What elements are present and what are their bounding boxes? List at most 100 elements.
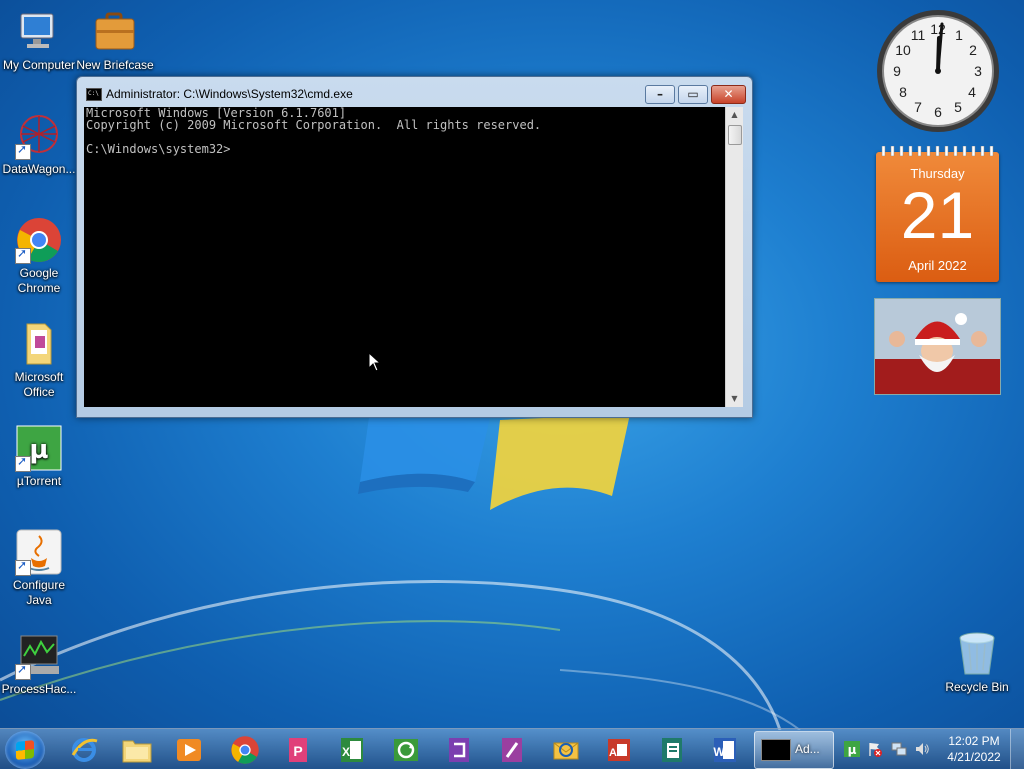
excel-icon[interactable]: X [330, 732, 374, 768]
scroll-up-arrow-icon[interactable]: ▲ [726, 107, 743, 123]
console-area[interactable]: Microsoft Windows [Version 6.1.7601] Cop… [84, 107, 725, 407]
desktop-icon-processhacker[interactable]: ProcessHac... [0, 632, 78, 697]
internet-explorer-icon[interactable] [62, 732, 106, 768]
desktop-icon-new-briefcase[interactable]: New Briefcase [76, 8, 154, 73]
taskbar-clock[interactable]: 12:02 PM 4/21/2022 [942, 733, 1006, 765]
desktop-icon-datawagon[interactable]: DataWagon... [0, 112, 78, 177]
desktop-icon-recycle-bin[interactable]: Recycle Bin [938, 630, 1016, 695]
windows-explorer-icon[interactable] [115, 732, 159, 768]
svg-text:4: 4 [968, 84, 976, 100]
desktop-icon-google-chrome[interactable]: Google Chrome [0, 216, 78, 296]
svg-text:1: 1 [955, 27, 963, 43]
desktop-icon-label: New Briefcase [76, 58, 154, 72]
taskbar-date: 4/21/2022 [947, 750, 1001, 764]
svg-text:11: 11 [911, 27, 926, 43]
chrome-icon [15, 216, 63, 264]
media-player-icon[interactable] [167, 732, 211, 768]
network-icon[interactable] [891, 741, 907, 757]
calendar-gadget[interactable]: Thursday 21 April 2022 [876, 146, 999, 282]
slideshow-gadget[interactable] [874, 298, 1001, 395]
clock-gadget[interactable]: 12 12 345 678 91011 [875, 8, 1001, 134]
access-icon[interactable]: A [597, 732, 641, 768]
taskbar-task-label: Ad... [795, 742, 820, 756]
cmd-task-icon [761, 739, 791, 761]
powerpoint-template-icon[interactable]: P [276, 732, 320, 768]
utorrent-icon: µ [15, 424, 63, 472]
desktop-icon-utorrent[interactable]: µ µTorrent [0, 424, 78, 489]
wallpaper-swoosh [0, 580, 801, 730]
maximize-icon: ▭ [687, 87, 699, 101]
minimize-button[interactable]: – [645, 85, 675, 104]
calendar-rings-icon [881, 146, 994, 156]
svg-text:P: P [293, 743, 302, 759]
window-title: Administrator: C:\Windows\System32\cmd.e… [106, 87, 353, 101]
console-output: Microsoft Windows [Version 6.1.7601] Cop… [86, 106, 542, 156]
svg-text:5: 5 [954, 99, 962, 115]
calendar-day-number: 21 [900, 178, 975, 252]
taskbar: P X A W Ad... µ 12:02 PM 4/21/2022 [0, 728, 1024, 769]
desktop-icon-configure-java[interactable]: Configure Java [0, 528, 78, 608]
close-icon: ✕ [723, 87, 734, 101]
svg-text:6: 6 [934, 104, 942, 120]
svg-text:8: 8 [899, 84, 907, 100]
processhacker-icon [15, 632, 63, 680]
word-icon[interactable]: W [703, 732, 747, 768]
action-center-flag-icon[interactable] [867, 741, 883, 757]
svg-text:X: X [342, 745, 350, 759]
svg-text:W: W [713, 745, 725, 759]
windows-wallpaper-logo [358, 410, 630, 510]
mouse-pointer-icon [368, 352, 382, 372]
shortcut-arrow-icon [15, 142, 31, 160]
shortcut-arrow-icon [15, 558, 31, 576]
desktop-icon-label: Microsoft Office [14, 370, 64, 399]
briefcase-icon [91, 8, 139, 56]
taskbar-task-cmd[interactable]: Ad... [754, 731, 834, 769]
shortcut-arrow-icon [15, 662, 31, 680]
maximize-button[interactable]: ▭ [678, 85, 708, 104]
desktop-icon-label: DataWagon... [2, 162, 76, 176]
cmd-window[interactable]: Administrator: C:\Windows\System32\cmd.e… [76, 76, 753, 418]
scroll-down-arrow-icon[interactable]: ▼ [726, 391, 743, 407]
chrome-taskbar-icon[interactable] [223, 732, 267, 768]
datawagon-icon [15, 112, 63, 160]
svg-text:7: 7 [914, 99, 922, 115]
svg-text:µ: µ [29, 435, 48, 465]
show-desktop-button[interactable] [1010, 729, 1024, 769]
desktop-icon-label: Recycle Bin [945, 680, 1009, 694]
cmd-icon [86, 88, 102, 101]
close-button[interactable]: ✕ [711, 85, 746, 104]
desktop-icon-label: ProcessHac... [1, 682, 77, 696]
shortcut-arrow-icon [15, 454, 31, 472]
onenote-icon[interactable] [437, 732, 481, 768]
taskbar-time: 12:02 PM [948, 734, 1000, 748]
volume-icon[interactable] [914, 741, 930, 757]
shortcut-arrow-icon [15, 246, 31, 264]
system-tray: µ 12:02 PM 4/21/2022 [836, 729, 1024, 769]
sync-center-icon[interactable] [384, 732, 428, 768]
calendar-month-year: April 2022 [908, 258, 967, 273]
folder-icon [15, 320, 63, 368]
utorrent-tray-icon[interactable]: µ [844, 741, 860, 757]
outlook-icon[interactable] [544, 732, 588, 768]
svg-text:µ: µ [848, 743, 857, 757]
desktop-icon-label: My Computer [2, 58, 76, 72]
svg-text:3: 3 [974, 63, 982, 79]
scrollbar-thumb[interactable] [728, 125, 742, 145]
desktop-icon-my-computer[interactable]: My Computer [0, 8, 78, 73]
java-icon [15, 528, 63, 576]
vertical-scrollbar[interactable]: ▲ ▼ [725, 107, 743, 407]
desktop-icon-label: µTorrent [16, 474, 62, 488]
recycle-bin-icon [953, 630, 1001, 678]
minimize-icon: – [657, 87, 663, 101]
window-titlebar[interactable]: Administrator: C:\Windows\System32\cmd.e… [77, 77, 752, 107]
infopath-icon[interactable] [490, 732, 534, 768]
desktop-icon-microsoft-office[interactable]: Microsoft Office [0, 320, 78, 400]
computer-icon [15, 8, 63, 56]
publisher-icon[interactable] [650, 732, 694, 768]
desktop-icon-label: Configure Java [12, 578, 66, 607]
start-button[interactable] [5, 731, 45, 769]
svg-text:A: A [609, 747, 617, 759]
svg-text:9: 9 [893, 63, 901, 79]
svg-text:2: 2 [969, 42, 977, 58]
svg-text:12: 12 [930, 21, 946, 37]
